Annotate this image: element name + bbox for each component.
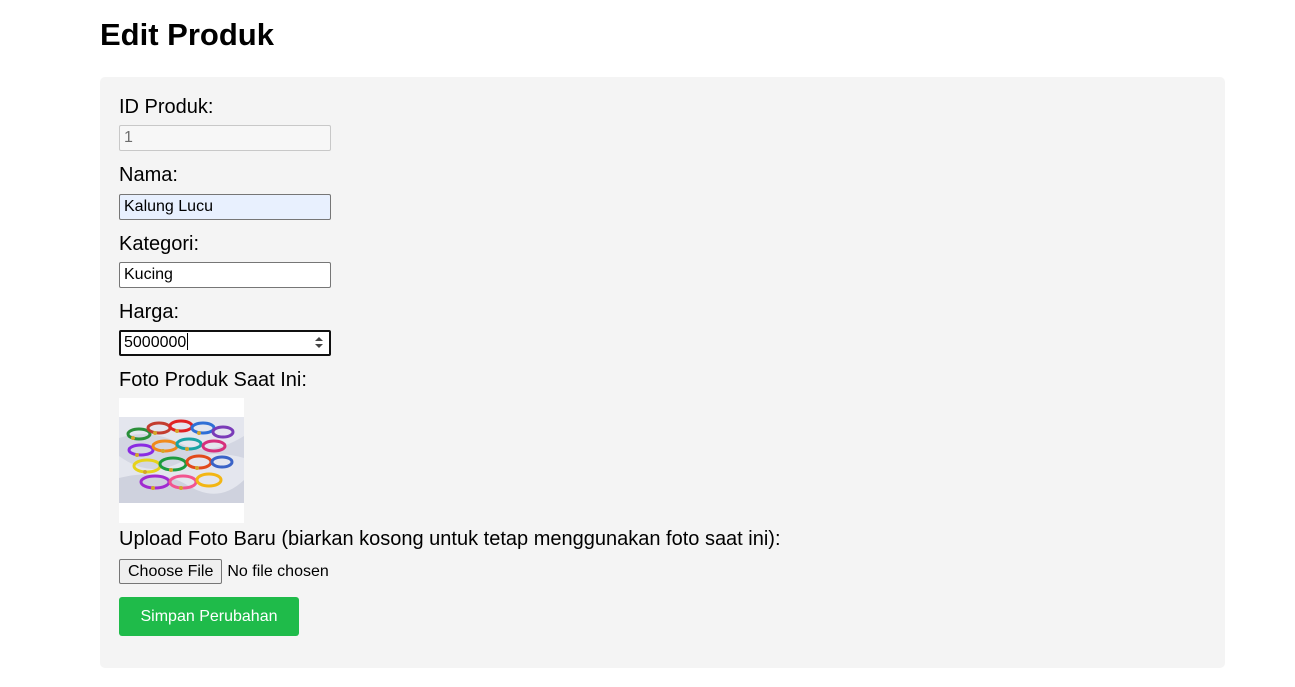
spinner-up-icon[interactable] [315,337,323,341]
edit-product-page: Edit Produk ID Produk: 1 Nama: Kalung Lu… [0,0,1295,687]
name-value: Kalung Lucu [124,198,213,215]
page-title: Edit Produk [100,17,274,52]
spinner-arrows-icon[interactable] [314,336,324,350]
category-value: Kucing [124,266,173,283]
category-label: Kategori: [119,233,200,255]
name-label: Nama: [119,164,178,186]
category-field[interactable]: Kucing [119,262,331,288]
file-upload-input[interactable]: Choose File No file chosen [119,559,329,584]
id-value: 1 [124,129,133,146]
id-label: ID Produk: [119,96,214,118]
file-status-text: No file chosen [227,562,329,580]
price-field[interactable]: 5000000 [119,330,331,356]
upload-label: Upload Foto Baru (biarkan kosong untuk t… [119,528,781,550]
save-changes-button[interactable]: Simpan Perubahan [119,597,299,636]
text-caret [187,333,189,350]
spinner-down-icon[interactable] [315,344,323,348]
price-value: 5000000 [124,334,187,351]
id-field: 1 [119,125,331,151]
name-field[interactable]: Kalung Lucu [119,194,331,220]
current-photo-label: Foto Produk Saat Ini: [119,369,307,391]
choose-file-button[interactable]: Choose File [119,559,223,584]
price-label: Harga: [119,301,180,323]
edit-product-form: ID Produk: 1 Nama: Kalung Lucu Kategori:… [100,77,1225,668]
product-photo-image [119,398,244,523]
current-product-photo [119,398,244,523]
